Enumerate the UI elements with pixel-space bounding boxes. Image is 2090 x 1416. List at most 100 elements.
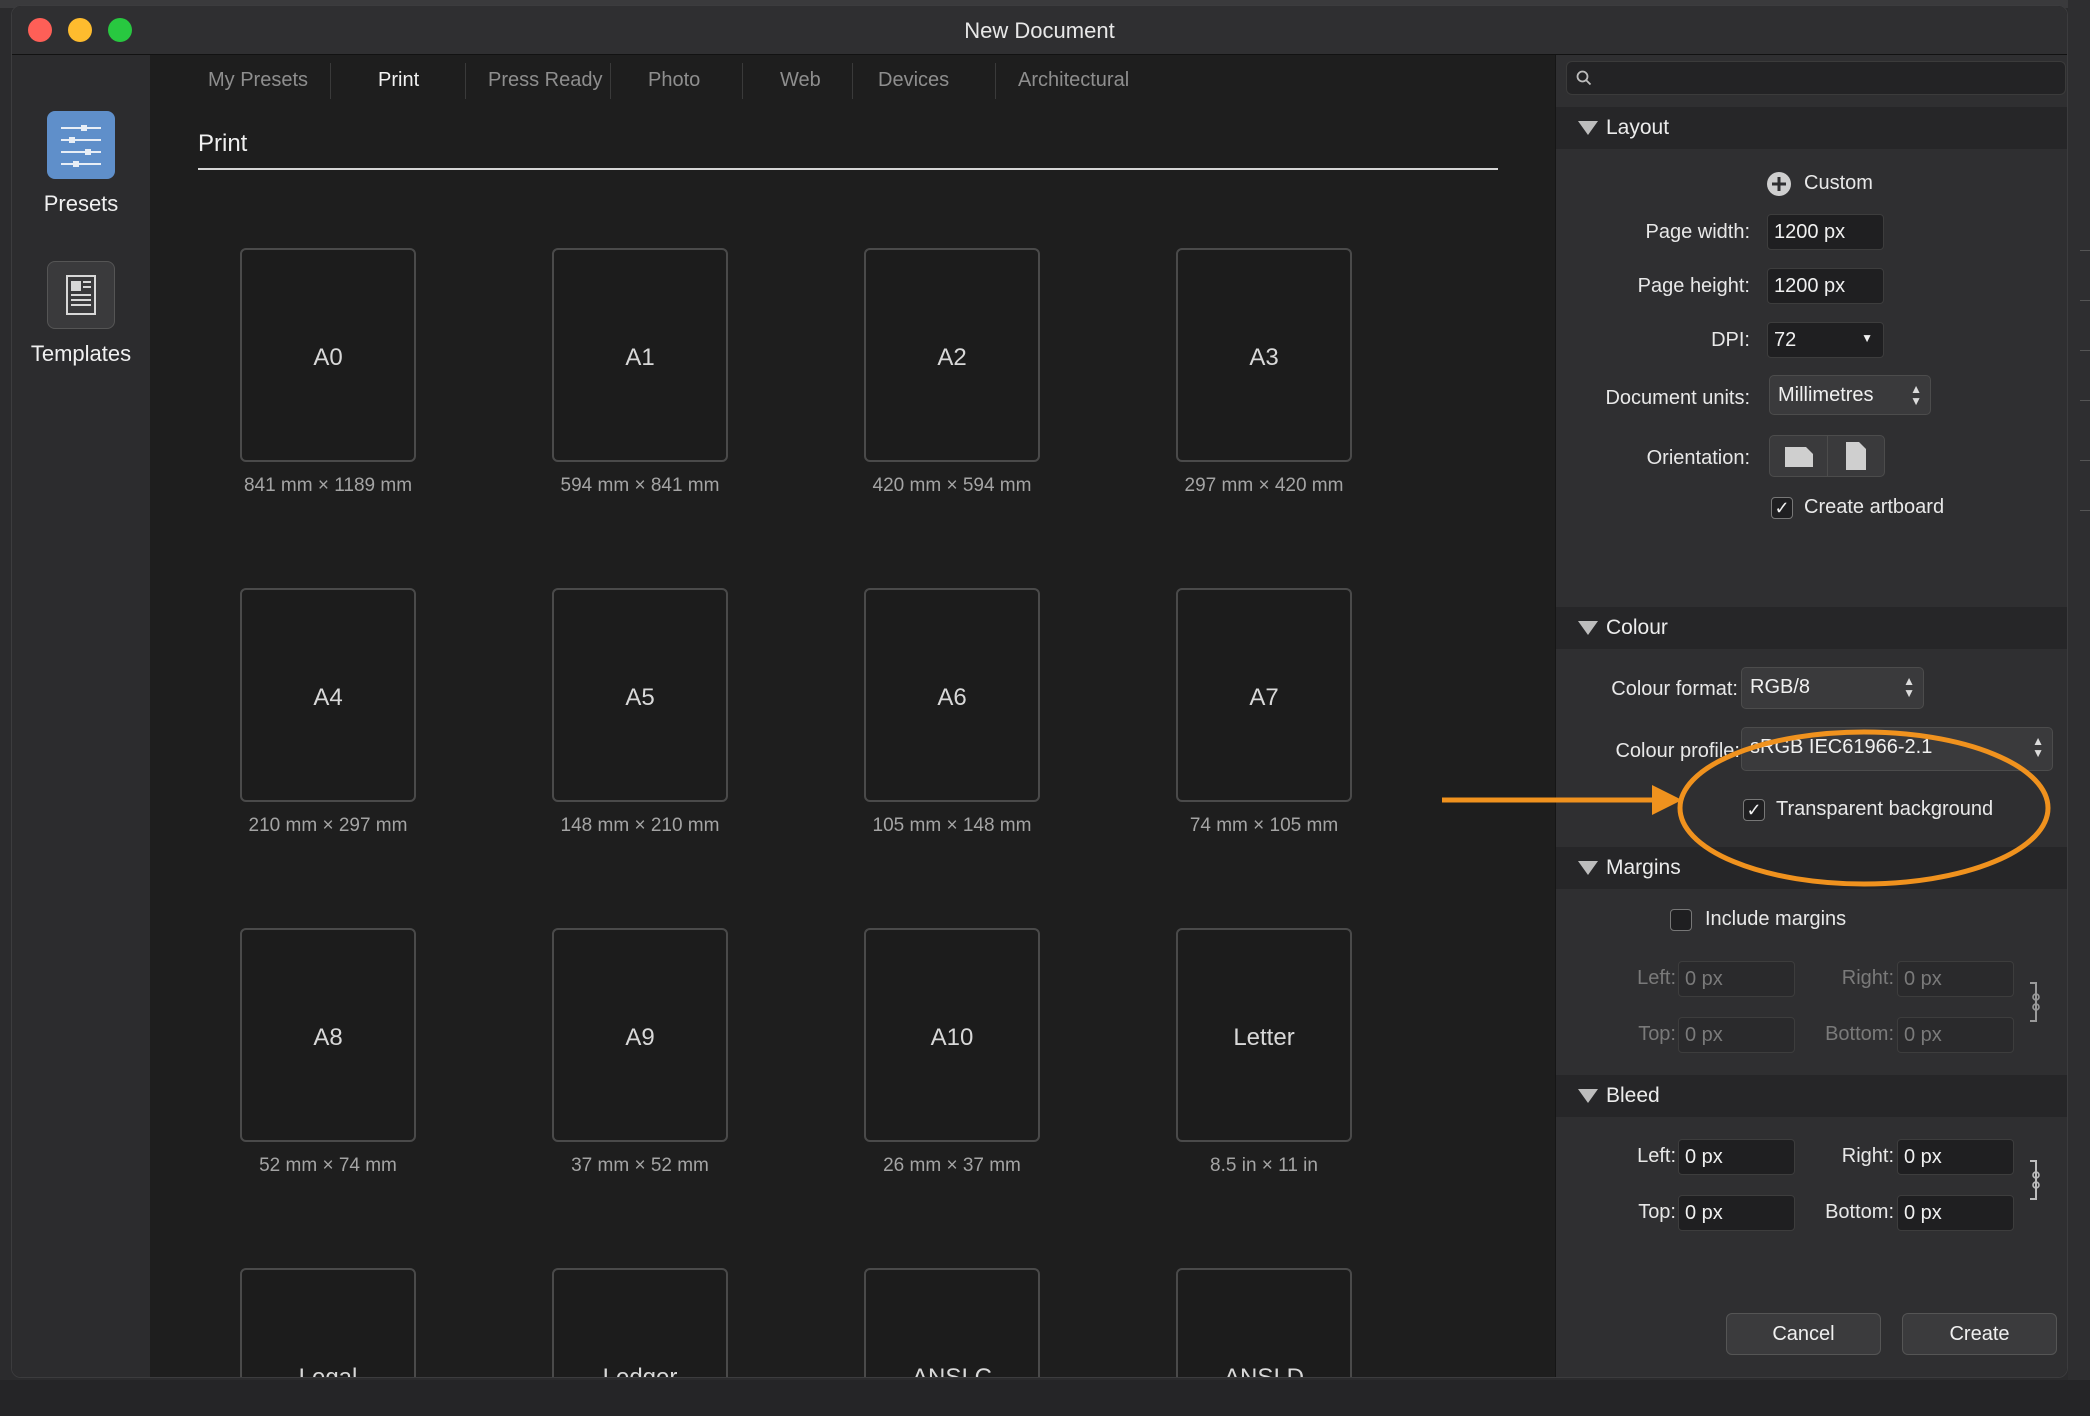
disclosure-triangle-icon — [1578, 1089, 1598, 1103]
transparent-background-label: Transparent background — [1776, 798, 1994, 820]
preset-card-a4[interactable]: A4 — [240, 588, 416, 802]
page-width-label: Page width: — [1645, 221, 1750, 243]
bleed-heading: Bleed — [1606, 1084, 1660, 1107]
margins-section-header[interactable]: Margins — [1556, 847, 2067, 889]
title-bar: New Document — [12, 6, 2067, 55]
tab-divider — [610, 63, 611, 99]
tab-divider — [742, 63, 743, 99]
preset-card-a5[interactable]: A5 — [552, 588, 728, 802]
window-title: New Document — [964, 18, 1115, 43]
margin-bottom-field[interactable]: 0 px — [1897, 1017, 2014, 1053]
preset-card-a1[interactable]: A1 — [552, 248, 728, 462]
landscape-orientation-button[interactable] — [1770, 436, 1828, 476]
preset-name: A8 — [313, 1024, 343, 1051]
category-tabs: My Presets Print Press Ready Photo Web D… — [150, 55, 1555, 107]
preset-card-a2[interactable]: A2 — [864, 248, 1040, 462]
margin-left-field[interactable]: 0 px — [1678, 961, 1795, 997]
preset-name: A0 — [313, 344, 343, 371]
tab-photo[interactable]: Photo — [648, 69, 700, 92]
bleed-top-label: Top: — [1638, 1201, 1676, 1223]
link-values-icon[interactable] — [2028, 1159, 2040, 1201]
section-title: Print — [198, 130, 248, 157]
disclosure-triangle-icon — [1578, 121, 1598, 135]
tab-architectural[interactable]: Architectural — [1018, 69, 1129, 92]
preset-card-a7[interactable]: A7 — [1176, 588, 1352, 802]
cancel-button[interactable]: Cancel — [1726, 1313, 1881, 1355]
margin-top-field[interactable]: 0 px — [1678, 1017, 1795, 1053]
bleed-section-header[interactable]: Bleed — [1556, 1075, 2067, 1117]
page-height-field[interactable]: 1200 px — [1767, 268, 1884, 304]
include-margins-checkbox[interactable] — [1670, 909, 1692, 931]
preset-name: A9 — [625, 1024, 655, 1051]
layout-section-header[interactable]: Layout — [1556, 107, 2067, 149]
tab-devices[interactable]: Devices — [878, 69, 949, 92]
dpi-combobox[interactable]: 72 ▼ — [1767, 322, 1884, 358]
document-settings-panel: Layout Custom Page width: 1200 px Page h… — [1555, 55, 2067, 1377]
preset-dimensions: 8.5 in × 11 in — [1210, 1155, 1318, 1176]
preset-card-a9[interactable]: A9 — [552, 928, 728, 1142]
preset-card-ansi-d[interactable]: ANSI D — [1176, 1268, 1352, 1378]
margin-right-field[interactable]: 0 px — [1897, 961, 2014, 997]
tab-print[interactable]: Print — [378, 69, 419, 92]
document-units-select[interactable]: Millimetres ▲ ▼ — [1769, 375, 1931, 415]
preset-name: ANSI D — [1223, 1364, 1304, 1378]
preset-grid: A0 841 mm × 1189 mm A1 594 mm × 841 mm A… — [150, 176, 1555, 1378]
custom-label: Custom — [1804, 172, 1873, 194]
orientation-control — [1769, 435, 1885, 477]
preset-dimensions: 74 mm × 105 mm — [1189, 815, 1339, 836]
preset-card-legal[interactable]: Legal — [240, 1268, 416, 1377]
create-button[interactable]: Create — [1902, 1313, 2057, 1355]
preset-dimensions: 105 mm × 148 mm — [872, 815, 1032, 836]
tab-my-presets[interactable]: My Presets — [208, 69, 308, 92]
portrait-orientation-button[interactable] — [1828, 436, 1884, 476]
colour-format-select[interactable]: RGB/8 ▲ ▼ — [1741, 667, 1924, 709]
presets-button[interactable]: Presets — [12, 111, 150, 217]
margin-bottom-label: Bottom: — [1825, 1023, 1894, 1045]
margin-top-label: Top: — [1638, 1023, 1676, 1045]
colour-format-label: Colour format: — [1611, 678, 1738, 700]
preset-name: A1 — [625, 344, 655, 371]
preset-card-a0[interactable]: A0 — [240, 248, 416, 462]
preset-dimensions: 52 mm × 74 mm — [259, 1155, 397, 1176]
preset-card-letter[interactable]: Letter — [1176, 928, 1352, 1142]
preset-card-a6[interactable]: A6 — [864, 588, 1040, 802]
tab-press-ready[interactable]: Press Ready — [488, 69, 603, 92]
preset-card-a3[interactable]: A3 — [1176, 248, 1352, 462]
tab-web[interactable]: Web — [780, 69, 821, 92]
preset-card-ledger[interactable]: Ledger — [552, 1268, 728, 1377]
templates-button[interactable]: Templates — [12, 261, 150, 367]
dpi-label: DPI: — [1711, 329, 1750, 351]
colour-section-header[interactable]: Colour — [1556, 607, 2067, 649]
preset-name: A3 — [1249, 344, 1279, 371]
presets-label: Presets — [43, 191, 119, 216]
bleed-left-field[interactable]: 0 px — [1678, 1139, 1795, 1175]
colour-profile-select[interactable]: sRGB IEC61966-2.1 ▲ ▼ — [1741, 727, 2053, 771]
preset-dimensions: 37 mm × 52 mm — [571, 1155, 709, 1176]
colour-profile-label: Colour profile: — [1615, 740, 1740, 762]
search-input[interactable] — [1566, 61, 2066, 95]
tab-divider — [330, 63, 331, 99]
preset-card-ansi-c[interactable]: ANSI C — [864, 1268, 1040, 1377]
create-artboard-checkbox[interactable]: ✓ — [1771, 497, 1793, 519]
transparent-background-checkbox[interactable]: ✓ — [1743, 799, 1765, 821]
link-values-icon[interactable] — [2028, 981, 2040, 1023]
preset-card-a8[interactable]: A8 — [240, 928, 416, 1142]
bleed-top-field[interactable]: 0 px — [1678, 1195, 1795, 1231]
bleed-right-label: Right: — [1841, 1145, 1894, 1167]
page-width-field[interactable]: 1200 px — [1767, 214, 1884, 250]
sliders-icon — [47, 111, 115, 179]
document-template-icon — [47, 261, 115, 329]
desktop-background — [0, 1380, 2090, 1416]
include-margins-label: Include margins — [1705, 908, 1847, 930]
preset-name: A6 — [937, 684, 967, 711]
document-units-value: Millimetres — [1778, 384, 1874, 406]
dpi-value: 72 — [1774, 329, 1797, 351]
portrait-page-icon — [1846, 442, 1866, 470]
preset-dimensions: 210 mm × 297 mm — [248, 815, 408, 836]
search-icon — [1576, 70, 1592, 86]
bleed-right-field[interactable]: 0 px — [1897, 1139, 2014, 1175]
preset-card-a10[interactable]: A10 — [864, 928, 1040, 1142]
margins-heading: Margins — [1606, 856, 1681, 879]
colour-heading: Colour — [1606, 616, 1668, 639]
bleed-bottom-field[interactable]: 0 px — [1897, 1195, 2014, 1231]
